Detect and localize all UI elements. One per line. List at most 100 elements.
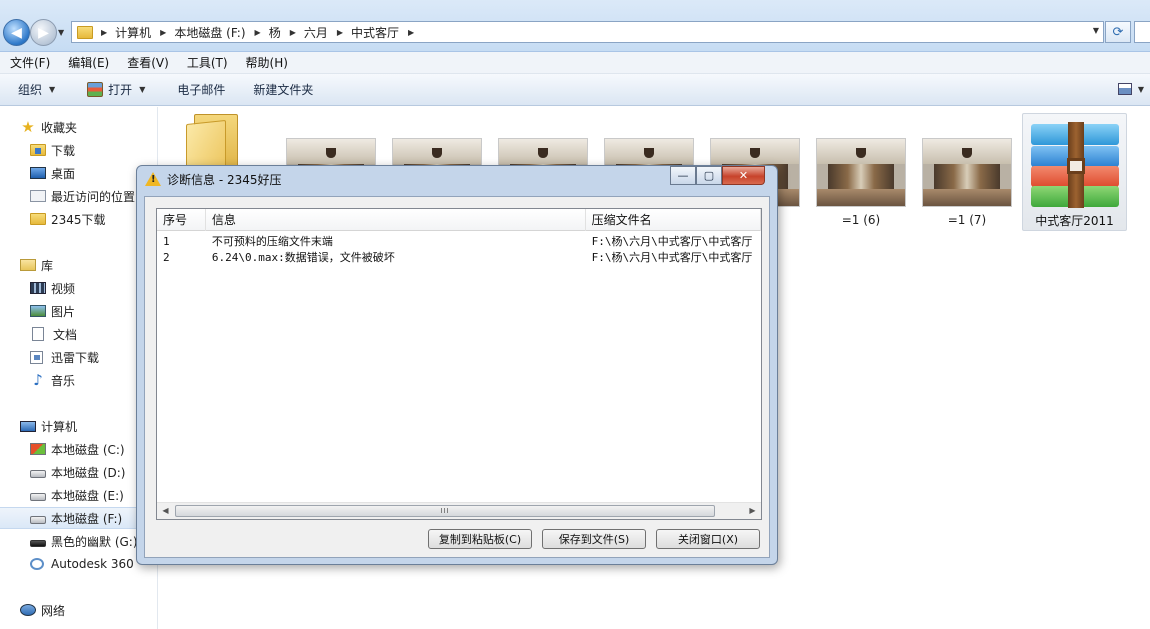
nav-item-music[interactable]: ♪ 音乐 <box>0 369 158 391</box>
breadcrumb-living-room[interactable]: 中式客厅 <box>351 24 399 41</box>
menu-view[interactable]: 查看(V) <box>117 54 177 71</box>
navigation-pane: ★ 收藏夹 下载 桌面 最近访问的位置 2345下载 库 视频 图片 文档 迅雷… <box>0 107 158 629</box>
breadcrumb-computer[interactable]: 计算机 <box>115 24 151 41</box>
arrow-left-icon: ◀ <box>11 24 22 41</box>
nav-item-drive-e[interactable]: 本地磁盘 (E:) <box>0 484 158 506</box>
nav-item-label: 本地磁盘 (E:) <box>51 488 124 503</box>
row-archive: F:\杨\六月\中式客厅\中式客厅 <box>591 235 753 248</box>
image-thumbnail[interactable] <box>922 138 1012 207</box>
picture-icon <box>30 305 46 317</box>
nav-network[interactable]: 网络 <box>0 599 158 621</box>
nav-item-pictures[interactable]: 图片 <box>0 300 158 322</box>
nav-item-label: 本地磁盘 (D:) <box>51 465 126 480</box>
chevron-right-icon[interactable]: ▶ <box>101 28 107 37</box>
row-info: 6.24\0.max:数据错误，文件被破坏 <box>211 251 395 264</box>
menu-file[interactable]: 文件(F) <box>0 54 58 71</box>
image-thumbnail[interactable] <box>816 138 906 207</box>
file-label[interactable]: =1 (7) <box>922 213 1012 227</box>
nav-computer[interactable]: 计算机 <box>0 415 158 437</box>
column-header-info[interactable]: 信息 <box>206 209 586 231</box>
organize-button[interactable]: 组织 ▼ <box>0 74 69 105</box>
nav-item-desktop[interactable]: 桌面 <box>0 162 158 184</box>
menu-edit[interactable]: 编辑(E) <box>58 54 117 71</box>
nav-libraries[interactable]: 库 <box>0 254 158 276</box>
archive-icon-buckle <box>1067 158 1085 174</box>
breadcrumb[interactable]: ▶ 计算机 ▶ 本地磁盘 (F:) ▶ 杨 ▶ 六月 ▶ 中式客厅 ▶ ▼ <box>71 21 1104 43</box>
nav-item-label: 本地磁盘 (F:) <box>51 511 123 526</box>
file-label[interactable]: =1 (6) <box>816 213 906 227</box>
scroll-thumb[interactable]: III <box>175 505 715 517</box>
back-button[interactable]: ◀ <box>3 19 30 46</box>
nav-item-autodesk-360[interactable]: Autodesk 360 <box>0 553 158 575</box>
folder-icon <box>30 213 46 225</box>
nav-item-thunder-downloads[interactable]: 迅雷下载 <box>0 346 158 368</box>
nav-item-videos[interactable]: 视频 <box>0 277 158 299</box>
maximize-button[interactable]: ▢ <box>696 166 722 185</box>
open-button[interactable]: 打开 ▼ <box>69 74 159 105</box>
minimize-button[interactable]: — <box>670 166 696 185</box>
star-icon: ★ <box>21 118 35 136</box>
hard-drive-icon <box>30 470 46 478</box>
email-label: 电子邮件 <box>177 83 226 97</box>
new-folder-button[interactable]: 新建文件夹 <box>239 74 327 105</box>
nav-item-label: 桌面 <box>51 166 76 181</box>
command-bar: 组织 ▼ 打开 ▼ 电子邮件 新建文件夹 ▼ <box>0 74 1150 106</box>
removable-drive-icon <box>30 539 46 547</box>
close-window-button[interactable]: 关闭窗口(X) <box>656 529 760 549</box>
nav-item-2345-downloads[interactable]: 2345下载 <box>0 208 158 230</box>
scroll-left-icon[interactable]: ◀ <box>157 506 174 515</box>
nav-network-label: 网络 <box>41 603 66 618</box>
table-row[interactable]: 1 不可预料的压缩文件末端 F:\杨\六月\中式客厅\中式客厅 <box>157 234 761 250</box>
column-header-number[interactable]: 序号 <box>157 209 206 231</box>
desktop-icon <box>30 167 46 179</box>
nav-item-documents[interactable]: 文档 <box>0 323 158 345</box>
chevron-right-icon[interactable]: ▶ <box>408 28 414 37</box>
breadcrumb-yang[interactable]: 杨 <box>269 24 281 41</box>
organize-label: 组织 <box>18 83 43 97</box>
system-drive-icon <box>30 443 46 455</box>
nav-item-drive-f[interactable]: 本地磁盘 (F:) <box>0 507 158 529</box>
diagnostic-list[interactable]: 序号 信息 压缩文件名 1 不可预料的压缩文件末端 F:\杨\六月\中式客厅\中… <box>156 208 762 520</box>
email-button[interactable]: 电子邮件 <box>159 74 239 105</box>
chevron-right-icon[interactable]: ▶ <box>160 28 166 37</box>
chevron-down-icon[interactable]: ▼ <box>1138 85 1144 94</box>
nav-item-label: Autodesk 360 <box>51 557 134 571</box>
nav-item-drive-c[interactable]: 本地磁盘 (C:) <box>0 438 158 460</box>
folder-icon <box>77 25 93 39</box>
nav-item-label: 本地磁盘 (C:) <box>51 442 125 457</box>
breadcrumb-drive-f[interactable]: 本地磁盘 (F:) <box>174 24 245 41</box>
nav-item-label: 迅雷下载 <box>51 350 100 365</box>
table-row[interactable]: 2 6.24\0.max:数据错误，文件被破坏 F:\杨\六月\中式客厅\中式客… <box>157 250 761 266</box>
address-dropdown[interactable]: ▼ <box>1093 26 1099 35</box>
refresh-icon: ⟳ <box>1112 24 1124 40</box>
nav-item-label: 最近访问的位置 <box>51 189 136 204</box>
scroll-right-icon[interactable]: ▶ <box>744 506 761 515</box>
chevron-right-icon[interactable]: ▶ <box>337 28 343 37</box>
close-icon[interactable]: ✕ <box>722 166 765 185</box>
nav-item-drive-d[interactable]: 本地磁盘 (D:) <box>0 461 158 483</box>
chevron-right-icon[interactable]: ▶ <box>255 28 261 37</box>
computer-icon <box>20 420 36 432</box>
recent-pages-dropdown[interactable]: ▼ <box>58 28 64 37</box>
nav-item-label: 2345下载 <box>51 212 106 227</box>
save-to-file-button[interactable]: 保存到文件(S) <box>542 529 646 549</box>
forward-button[interactable]: ▶ <box>30 19 57 46</box>
horizontal-scrollbar[interactable]: ◀ III ▶ <box>157 502 761 519</box>
music-note-icon: ♪ <box>33 371 43 389</box>
archive-file[interactable]: 中式客厅2011 <box>1022 113 1127 231</box>
menu-help[interactable]: 帮助(H) <box>236 54 296 71</box>
copy-to-clipboard-button[interactable]: 复制到粘贴板(C) <box>428 529 532 549</box>
nav-item-recent[interactable]: 最近访问的位置 <box>0 185 158 207</box>
dialog-title: 诊断信息 - 2345好压 <box>167 173 282 187</box>
change-view-icon[interactable] <box>1118 83 1132 95</box>
nav-item-drive-g[interactable]: 黑色的幽默 (G:) <box>0 530 158 552</box>
chevron-down-icon: ▼ <box>49 85 56 94</box>
menu-tools[interactable]: 工具(T) <box>177 54 236 71</box>
search-input[interactable] <box>1134 21 1150 43</box>
nav-item-downloads[interactable]: 下载 <box>0 139 158 161</box>
refresh-button[interactable]: ⟳ <box>1105 21 1131 43</box>
chevron-right-icon[interactable]: ▶ <box>290 28 296 37</box>
column-header-archive[interactable]: 压缩文件名 <box>586 209 761 231</box>
breadcrumb-june[interactable]: 六月 <box>304 24 328 41</box>
nav-favorites[interactable]: ★ 收藏夹 <box>0 116 158 138</box>
